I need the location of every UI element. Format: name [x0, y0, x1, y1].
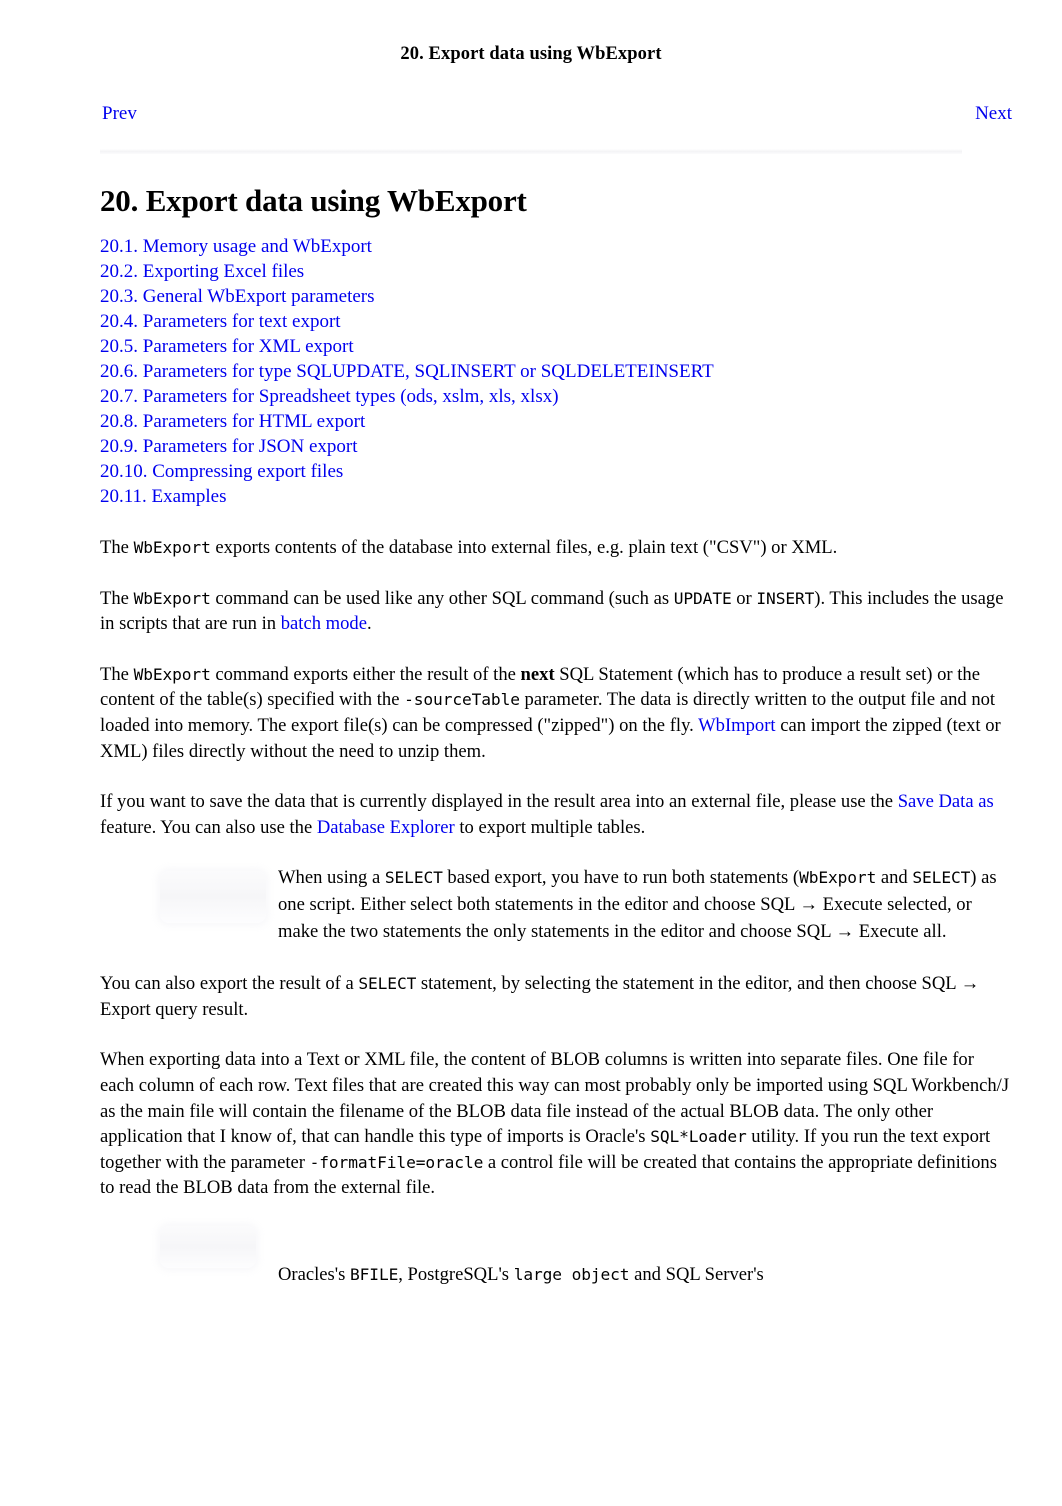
text-fragment: When using a — [278, 867, 385, 889]
list-item: 20.8. Parameters for HTML export — [100, 409, 1012, 434]
note-body: When using a SELECT based export, you ha… — [278, 865, 1012, 945]
paragraph-blob-export: When exporting data into a Text or XML f… — [100, 1047, 1012, 1201]
main-content: 20. Export data using WbExport 20.1. Mem… — [0, 183, 1062, 1289]
document-page: 20. Export data using WbExport Prev Next… — [0, 0, 1062, 1289]
code-sourcetable: -sourceTable — [404, 690, 520, 710]
note-callout-bfile: Oracles's BFILE, PostgreSQL's large obje… — [100, 1225, 1012, 1289]
note-icon — [160, 1225, 256, 1268]
toc-link-20-8[interactable]: 20.8. Parameters for HTML export — [100, 411, 365, 432]
code-select: SELECT — [358, 974, 417, 994]
toc-link-20-5[interactable]: 20.5. Parameters for XML export — [100, 336, 354, 357]
note-callout-select: When using a SELECT based export, you ha… — [100, 865, 1012, 945]
nav-links: Prev Next — [0, 103, 1062, 125]
text-fragment: based export, you have to run both state… — [442, 867, 800, 889]
text-fragment: or — [731, 587, 757, 609]
list-item: 20.7. Parameters for Spreadsheet types (… — [100, 384, 1012, 409]
text-fragment: The — [100, 537, 134, 559]
text-fragment: and SQL Server's — [629, 1263, 764, 1285]
code-update: UPDATE — [673, 588, 732, 608]
toc-link-20-10[interactable]: 20.10. Compressing export files — [100, 461, 343, 482]
toc-link-20-11[interactable]: 20.11. Examples — [100, 486, 226, 507]
text-fragment: The — [100, 587, 134, 609]
list-item: 20.3. General WbExport parameters — [100, 284, 1012, 309]
code-wbexport: WbExport — [133, 538, 211, 558]
toc-link-20-1[interactable]: 20.1. Memory usage and WbExport — [100, 236, 372, 257]
paragraph-intro: The WbExport exports contents of the dat… — [100, 535, 1012, 561]
text-fragment: feature. You can also use the — [100, 816, 317, 838]
code-bfile: BFILE — [350, 1264, 399, 1284]
link-save-data-as[interactable]: Save Data as — [898, 791, 994, 812]
link-database-explorer[interactable]: Database Explorer — [317, 817, 455, 838]
list-item: 20.11. Examples — [100, 484, 1012, 509]
text-fragment: If you want to save the data that is cur… — [100, 791, 898, 813]
text-fragment: to export multiple tables. — [454, 816, 646, 838]
header-divider — [100, 149, 962, 154]
table-of-contents: 20.1. Memory usage and WbExport 20.2. Ex… — [100, 234, 1012, 509]
text-fragment: The — [100, 663, 134, 685]
paragraph-exports-result: The WbExport command exports either the … — [100, 662, 1012, 764]
toc-link-20-9[interactable]: 20.9. Parameters for JSON export — [100, 436, 358, 457]
code-wbexport: WbExport — [799, 868, 877, 888]
emphasis-next: next — [520, 663, 555, 685]
prev-link[interactable]: Prev — [102, 103, 137, 125]
list-item: 20.5. Parameters for XML export — [100, 334, 1012, 359]
note-icon-cell — [160, 1225, 278, 1268]
toc-link-20-3[interactable]: 20.3. General WbExport parameters — [100, 286, 375, 307]
list-item: 20.1. Memory usage and WbExport — [100, 234, 1012, 259]
code-select: SELECT — [384, 868, 443, 888]
code-select: SELECT — [912, 868, 971, 888]
text-fragment: . — [366, 613, 372, 635]
list-item: 20.4. Parameters for text export — [100, 309, 1012, 334]
chapter-heading: 20. Export data using WbExport — [100, 183, 527, 218]
note-text: Oracles's BFILE, PostgreSQL's large obje… — [278, 1262, 1012, 1289]
text-fragment: Oracles's — [278, 1263, 351, 1285]
note-text: When using a SELECT based export, you ha… — [278, 865, 1012, 945]
note-icon-cell — [160, 865, 278, 924]
link-batch-mode[interactable]: batch mode — [281, 613, 367, 634]
text-fragment: command exports either the result of the — [210, 663, 521, 685]
page-title: 20. Export data using WbExport — [400, 44, 662, 64]
note-icon — [160, 871, 266, 924]
toc-link-20-4[interactable]: 20.4. Parameters for text export — [100, 311, 341, 332]
code-large-object: large object — [513, 1264, 630, 1284]
text-fragment: and — [876, 867, 913, 889]
list-item: 20.10. Compressing export files — [100, 459, 1012, 484]
code-wbexport: WbExport — [133, 588, 211, 608]
toc-link-20-6[interactable]: 20.6. Parameters for type SQLUPDATE, SQL… — [100, 361, 714, 382]
note-body: Oracles's BFILE, PostgreSQL's large obje… — [278, 1226, 1012, 1289]
text-fragment: command can be used like any other SQL c… — [210, 587, 674, 609]
list-item: 20.2. Exporting Excel files — [100, 259, 1012, 284]
paragraph-export-query-result: You can also export the result of a SELE… — [100, 971, 1012, 1022]
paragraph-save-data: If you want to save the data that is cur… — [100, 789, 1012, 840]
link-wbimport[interactable]: WbImport — [698, 715, 775, 736]
code-sql-loader: SQL*Loader — [650, 1127, 747, 1147]
code-insert: INSERT — [756, 588, 815, 608]
text-fragment: , PostgreSQL's — [398, 1263, 514, 1285]
next-link[interactable]: Next — [975, 103, 1012, 125]
list-item: 20.6. Parameters for type SQLUPDATE, SQL… — [100, 359, 1012, 384]
nav-header: 20. Export data using WbExport Prev Next — [0, 0, 1062, 154]
paragraph-sql-command: The WbExport command can be used like an… — [100, 586, 1012, 637]
text-fragment: exports contents of the database into ex… — [210, 537, 838, 559]
toc-link-20-7[interactable]: 20.7. Parameters for Spreadsheet types (… — [100, 386, 559, 407]
list-item: 20.9. Parameters for JSON export — [100, 434, 1012, 459]
toc-link-20-2[interactable]: 20.2. Exporting Excel files — [100, 261, 304, 282]
text-fragment: You can also export the result of a — [100, 973, 359, 995]
code-wbexport: WbExport — [133, 664, 211, 684]
code-formatfile-oracle: -formatFile=oracle — [309, 1152, 484, 1172]
